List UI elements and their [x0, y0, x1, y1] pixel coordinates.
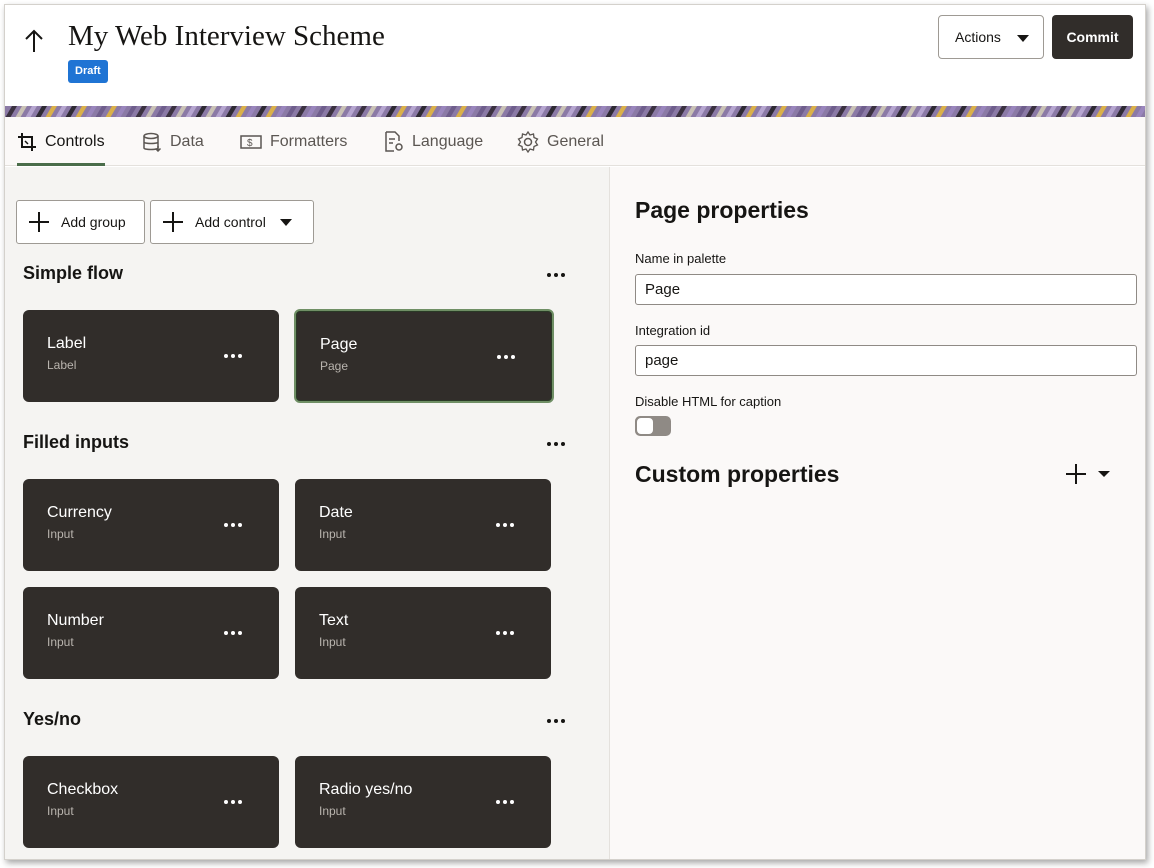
- tab-controls[interactable]: Controls: [17, 117, 105, 166]
- card-subtitle: Input: [47, 635, 74, 649]
- back-arrow-icon[interactable]: [21, 25, 47, 55]
- add-control-label: Add control: [195, 214, 266, 230]
- name-in-palette-input[interactable]: [635, 274, 1137, 305]
- tab-general[interactable]: General: [517, 117, 604, 166]
- card-more-icon[interactable]: [492, 347, 520, 367]
- plus-icon: [163, 212, 183, 232]
- custom-properties-title: Custom properties: [635, 461, 840, 487]
- card-subtitle: Input: [319, 527, 346, 541]
- tab-data[interactable]: Data: [142, 117, 204, 166]
- card-title: Radio yes/no: [319, 781, 413, 798]
- add-custom-property-button[interactable]: [1064, 460, 1120, 488]
- control-card-text[interactable]: Text Input: [295, 587, 551, 679]
- actions-menu-button[interactable]: Actions: [938, 15, 1044, 59]
- gear-icon: [517, 130, 539, 153]
- card-subtitle: Input: [47, 804, 74, 818]
- page-header: My Web Interview Scheme Draft Actions Co…: [5, 5, 1145, 105]
- tab-formatters[interactable]: $ Formatters: [240, 117, 347, 166]
- control-card-date[interactable]: Date Input: [295, 479, 551, 571]
- add-group-label: Add group: [61, 214, 126, 230]
- crop-icon: [18, 132, 36, 151]
- chevron-down-icon: [279, 218, 292, 226]
- card-title: Currency: [47, 504, 112, 521]
- plus-icon: [29, 212, 49, 232]
- tab-label: Data: [170, 132, 204, 150]
- add-control-button[interactable]: Add control: [150, 200, 314, 244]
- group-title: Simple flow: [23, 263, 124, 283]
- database-icon: [143, 132, 162, 152]
- card-subtitle: Input: [47, 527, 74, 541]
- tab-language[interactable]: Language: [384, 117, 483, 166]
- status-badge: Draft: [68, 60, 108, 83]
- svg-text:$: $: [247, 138, 253, 149]
- control-card-radio-yes-no[interactable]: Radio yes/no Input: [295, 756, 551, 848]
- card-subtitle: Input: [319, 804, 346, 818]
- app-window: My Web Interview Scheme Draft Actions Co…: [4, 4, 1146, 860]
- group-more-icon[interactable]: [542, 434, 570, 454]
- card-more-icon[interactable]: [491, 515, 519, 535]
- control-card-page[interactable]: Page Page: [294, 309, 554, 403]
- card-subtitle: Page: [320, 359, 349, 373]
- group-title: Yes/no: [23, 709, 82, 729]
- card-more-icon[interactable]: [219, 515, 247, 535]
- toggle-knob: [636, 417, 654, 435]
- card-title: Date: [319, 504, 353, 521]
- disable-html-label: Disable HTML for caption: [635, 394, 782, 409]
- properties-panel: Page properties Name in palette Integrat…: [609, 167, 1145, 859]
- card-more-icon[interactable]: [219, 623, 247, 643]
- card-title: Label: [47, 335, 87, 352]
- controls-panel: Add group Add control Simple flow Label …: [5, 167, 609, 859]
- card-subtitle: Input: [319, 635, 346, 649]
- page-title: My Web Interview Scheme: [68, 20, 385, 52]
- tab-bar: Controls Data $ Formatters Language Gene…: [5, 117, 1145, 166]
- control-card-number[interactable]: Number Input: [23, 587, 279, 679]
- page-properties-title: Page properties: [635, 197, 809, 223]
- integration-id-label: Integration id: [635, 323, 711, 338]
- control-card-checkbox[interactable]: Checkbox Input: [23, 756, 279, 848]
- plus-icon: [1066, 464, 1086, 484]
- decorative-banner: [5, 105, 1145, 117]
- card-more-icon[interactable]: [491, 792, 519, 812]
- card-subtitle: Label: [47, 358, 77, 372]
- chevron-down-icon: [1017, 35, 1029, 42]
- tab-label: Controls: [45, 132, 105, 150]
- group-more-icon[interactable]: [542, 265, 570, 285]
- card-title: Checkbox: [47, 781, 119, 798]
- control-card-currency[interactable]: Currency Input: [23, 479, 279, 571]
- card-more-icon[interactable]: [491, 623, 519, 643]
- integration-id-input[interactable]: [635, 345, 1137, 376]
- tab-label: General: [547, 132, 604, 150]
- add-group-button[interactable]: Add group: [16, 200, 145, 244]
- commit-button[interactable]: Commit: [1052, 15, 1133, 59]
- formatter-icon: $: [240, 134, 262, 149]
- card-title: Text: [319, 612, 349, 629]
- card-more-icon[interactable]: [219, 346, 247, 366]
- group-title: Filled inputs: [23, 432, 129, 452]
- name-in-palette-label: Name in palette: [635, 251, 727, 266]
- chevron-down-icon: [1098, 471, 1110, 477]
- card-more-icon[interactable]: [219, 792, 247, 812]
- actions-label: Actions: [955, 29, 1001, 45]
- tab-label: Language: [412, 132, 484, 150]
- tab-label: Formatters: [270, 132, 348, 150]
- disable-html-toggle[interactable]: [635, 416, 671, 436]
- control-card-label[interactable]: Label Label: [23, 310, 279, 402]
- group-more-icon[interactable]: [542, 711, 570, 731]
- card-title: Page: [320, 336, 358, 353]
- card-title: Number: [47, 612, 104, 629]
- document-settings-icon: [385, 130, 403, 152]
